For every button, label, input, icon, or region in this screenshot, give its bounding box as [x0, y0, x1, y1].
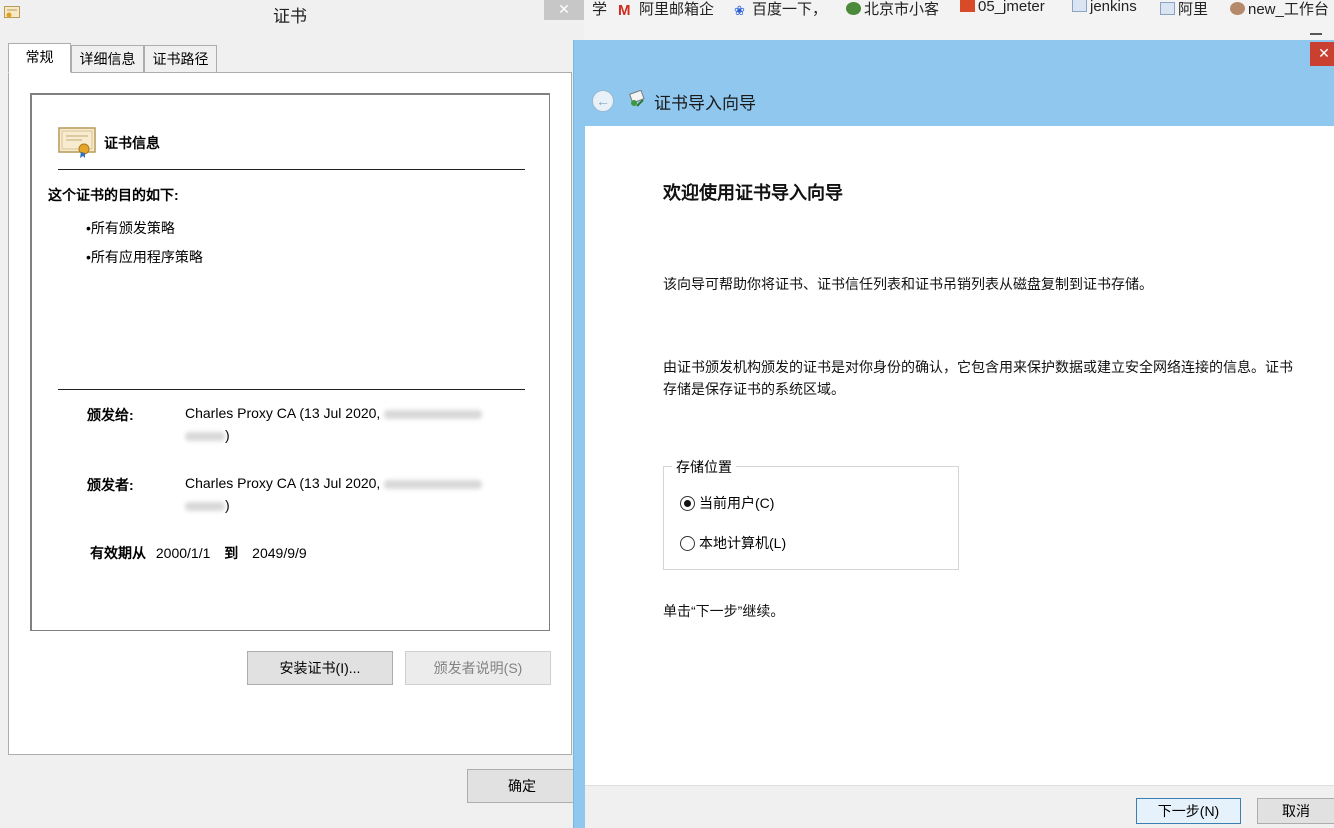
local-machine-option[interactable]: 本地计算机(L) [680, 533, 786, 553]
bookmark-item[interactable]: jenkins [1072, 0, 1137, 15]
general-tab-panel: 证书信息 这个证书的目的如下: •所有颁发策略 •所有应用程序策略 颁发给: C… [8, 72, 572, 755]
tab-certification-path[interactable]: 证书路径 [144, 45, 217, 73]
bookmark-bar: 学 M 阿里邮箱企 ❀ 百度一下， 北京市小客 05_jmeter jenkins … [584, 0, 1334, 40]
purpose-item: •所有应用程序策略 [86, 249, 203, 265]
bookmark-item[interactable]: 阿里 [1160, 0, 1208, 19]
folder-icon [1160, 2, 1175, 15]
next-button[interactable]: 下一步(N) [1136, 798, 1241, 824]
redacted-text [384, 409, 483, 419]
avatar-icon [1230, 2, 1245, 15]
bookmark-icon [960, 0, 975, 12]
redacted-text [384, 479, 483, 489]
close-button[interactable]: ✕ [544, 0, 584, 20]
store-location-group: 存储位置 当前用户(C) 本地计算机(L) [663, 457, 959, 570]
certificate-import-wizard: ← 证书导入向导 ✕ 欢迎使用证书导入向导 该向导可帮助你将证书、证书信任列表和… [573, 40, 1334, 828]
tab-details[interactable]: 详细信息 [71, 45, 144, 73]
issued-to-text: Charles Proxy CA (13 Jul 2020, [185, 405, 385, 421]
bookmark-label: 阿里 [1178, 1, 1209, 18]
bookmark-label: 北京市小客 [864, 1, 940, 18]
issued-by-tail: ) [225, 497, 230, 513]
bookmark-label: 05_jmeter [978, 0, 1045, 15]
wizard-intro-text: 该向导可帮助你将证书、证书信任列表和证书吊销列表从磁盘复制到证书存储。 [663, 276, 1153, 292]
divider [58, 389, 525, 390]
issued-by-value: Charles Proxy CA (13 Jul 2020, ) [185, 472, 525, 516]
cancel-button[interactable]: 取消 [1257, 798, 1334, 824]
wizard-heading: 欢迎使用证书导入向导 [663, 183, 843, 203]
bookmark-item[interactable]: 学 [592, 0, 607, 19]
valid-from-value: 2000/1/1 [155, 545, 211, 561]
wizard-body: 欢迎使用证书导入向导 该向导可帮助你将证书、证书信任列表和证书吊销列表从磁盘复制… [585, 126, 1334, 785]
radio-button-selected[interactable] [680, 495, 695, 511]
issued-by-label: 颁发者: [87, 477, 134, 493]
dialog-title: 证书 [273, 7, 307, 26]
option-label: 本地计算机(L) [699, 535, 787, 551]
validity-row: 有效期从 2000/1/1 到 2049/9/9 [90, 543, 307, 563]
certificate-titlebar: 证书 ✕ [0, 0, 584, 26]
store-location-label: 存储位置 [672, 457, 736, 477]
baidu-icon: ❀ [734, 3, 745, 18]
valid-to-label: 到 [224, 545, 239, 561]
certificate-info-heading: 证书信息 [104, 135, 160, 151]
tab-general[interactable]: 常规 [8, 43, 71, 73]
install-certificate-button[interactable]: 安装证书(I)... [247, 651, 393, 685]
wizard-title: 证书导入向导 [654, 94, 756, 113]
bookmark-item[interactable]: 05_jmeter [960, 0, 1045, 15]
bookmark-label: 阿里邮箱企 [639, 1, 715, 18]
divider [58, 169, 525, 170]
globe-icon [846, 2, 861, 15]
current-user-option[interactable]: 当前用户(C) [680, 493, 774, 513]
bookmark-label: 百度一下， [752, 1, 828, 18]
bookmark-item[interactable]: 北京市小客 [846, 0, 939, 19]
mail-icon: M [618, 2, 631, 19]
option-label: 当前用户(C) [699, 495, 775, 511]
window-controls [1310, 33, 1322, 35]
bookmark-item[interactable]: new_工作台 [1230, 0, 1329, 19]
folder-icon [1072, 0, 1087, 12]
valid-from-label: 有效期从 [90, 545, 146, 561]
bookmark-item[interactable]: ❀ 百度一下， [734, 0, 827, 19]
issuer-statement-button[interactable]: 颁发者说明(S) [405, 651, 551, 685]
bookmark-label: new_工作台 [1248, 1, 1329, 18]
valid-to-value: 2049/9/9 [252, 545, 307, 561]
redacted-text [185, 501, 225, 511]
purpose-item: •所有颁发策略 [86, 220, 175, 236]
issued-by-text: Charles Proxy CA (13 Jul 2020, [185, 475, 385, 491]
purpose-heading: 这个证书的目的如下: [48, 187, 179, 203]
bookmark-label: jenkins [1090, 0, 1137, 15]
bookmark-item[interactable]: M 阿里邮箱企 [618, 0, 714, 19]
certificate-wizard-icon [629, 90, 645, 107]
close-button[interactable]: ✕ [1310, 42, 1334, 66]
continue-hint: 单击“下一步”继续。 [663, 603, 785, 619]
wizard-footer: 下一步(N) 取消 [585, 785, 1334, 828]
issued-to-tail: ) [225, 427, 230, 443]
certificate-dialog: 证书 ✕ 常规 详细信息 证书路径 证书信息 这个证书的目的如下: •所有颁发策… [0, 0, 584, 828]
bookmark-label: 学 [592, 1, 608, 18]
redacted-text [185, 431, 225, 441]
certificate-icon [58, 127, 96, 158]
issued-to-label: 颁发给: [87, 407, 134, 423]
certificate-info-box: 证书信息 这个证书的目的如下: •所有颁发策略 •所有应用程序策略 颁发给: C… [30, 93, 550, 631]
back-arrow-icon[interactable]: ← [592, 90, 614, 112]
wizard-explanation-text: 由证书颁发机构颁发的证书是对你身份的确认，它包含用来保护数据或建立安全网络连接的… [663, 359, 1293, 397]
issued-to-value: Charles Proxy CA (13 Jul 2020, ) [185, 402, 525, 446]
wizard-header: ← 证书导入向导 [574, 40, 1334, 126]
ok-button[interactable]: 确定 [467, 769, 577, 803]
radio-button[interactable] [680, 535, 695, 551]
